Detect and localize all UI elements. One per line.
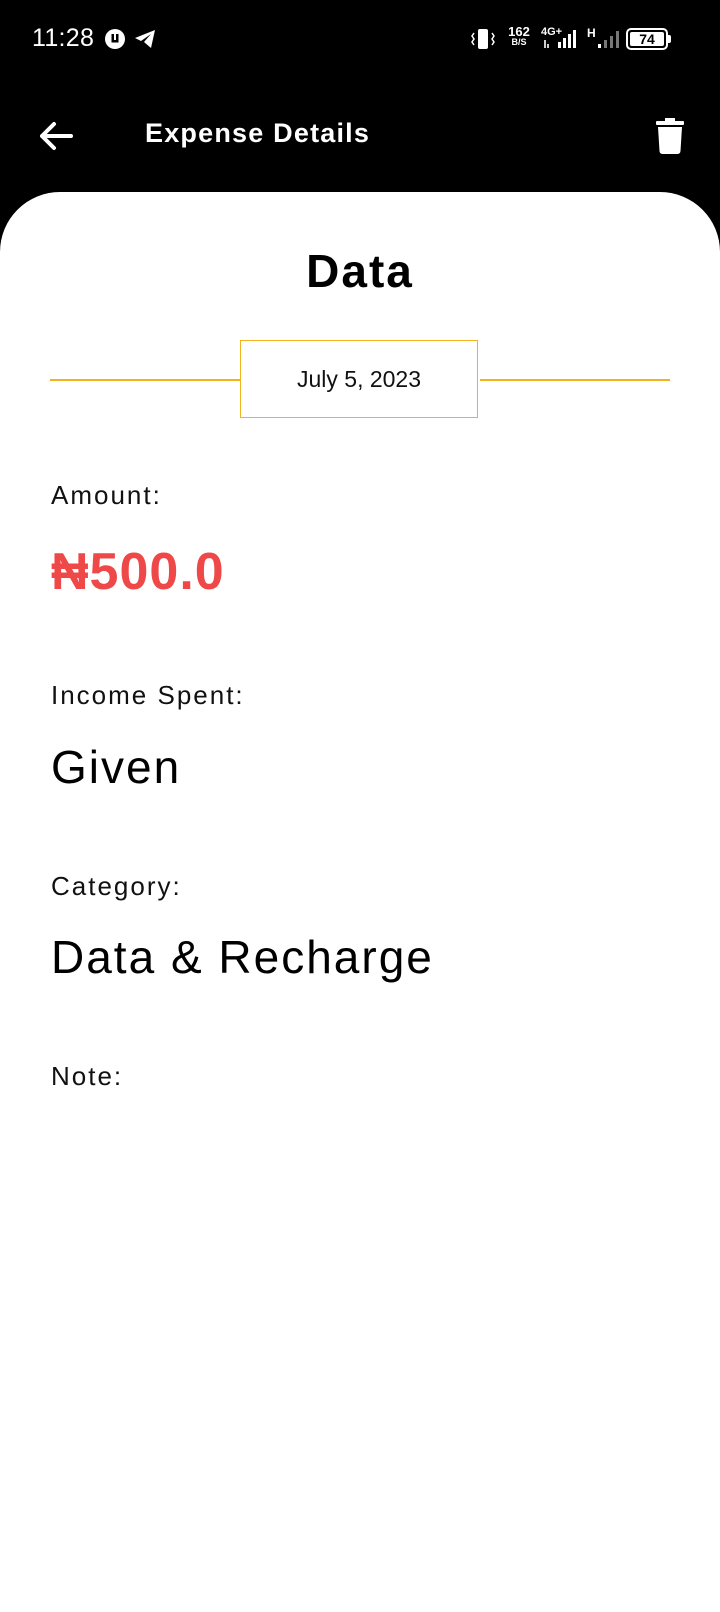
network-speed: 162 B/S [505,25,533,47]
back-button[interactable] [30,110,82,162]
signal-icon [544,30,576,48]
signal-weak-icon [598,31,619,48]
network-speed-unit: B/S [511,37,527,47]
date-divider-right [480,379,670,381]
amount-value: ₦500.0 [51,543,225,601]
status-bar: 11:28 162 B/S 4G+ H 74 [0,0,720,82]
vibrate-icon [471,29,495,49]
arrow-left-icon [40,122,73,150]
date-row: July 5, 2023 [50,340,670,420]
telegram-icon [135,30,155,48]
status-time: 11:28 [32,24,95,52]
expense-title: Data [306,245,414,297]
category-label: Category: [51,871,182,901]
amount-label: Amount: [51,480,162,510]
date-divider-left [50,379,240,381]
trash-icon [656,118,684,154]
notification-app-icon [105,29,125,49]
battery-icon: 74 [626,28,671,50]
battery-level: 74 [639,31,655,47]
app-bar: Expense Details [0,82,720,192]
date-badge: July 5, 2023 [240,340,478,418]
note-label: Note: [51,1061,124,1091]
expense-detail-card: Data July 5, 2023 Amount: ₦500.0 Income … [0,192,720,1612]
delete-button[interactable] [644,110,696,162]
income-spent-value: Given [51,741,182,793]
category-value: Data & Recharge [51,931,434,983]
income-spent-label: Income Spent: [51,680,245,710]
page-title: Expense Details [145,118,371,148]
